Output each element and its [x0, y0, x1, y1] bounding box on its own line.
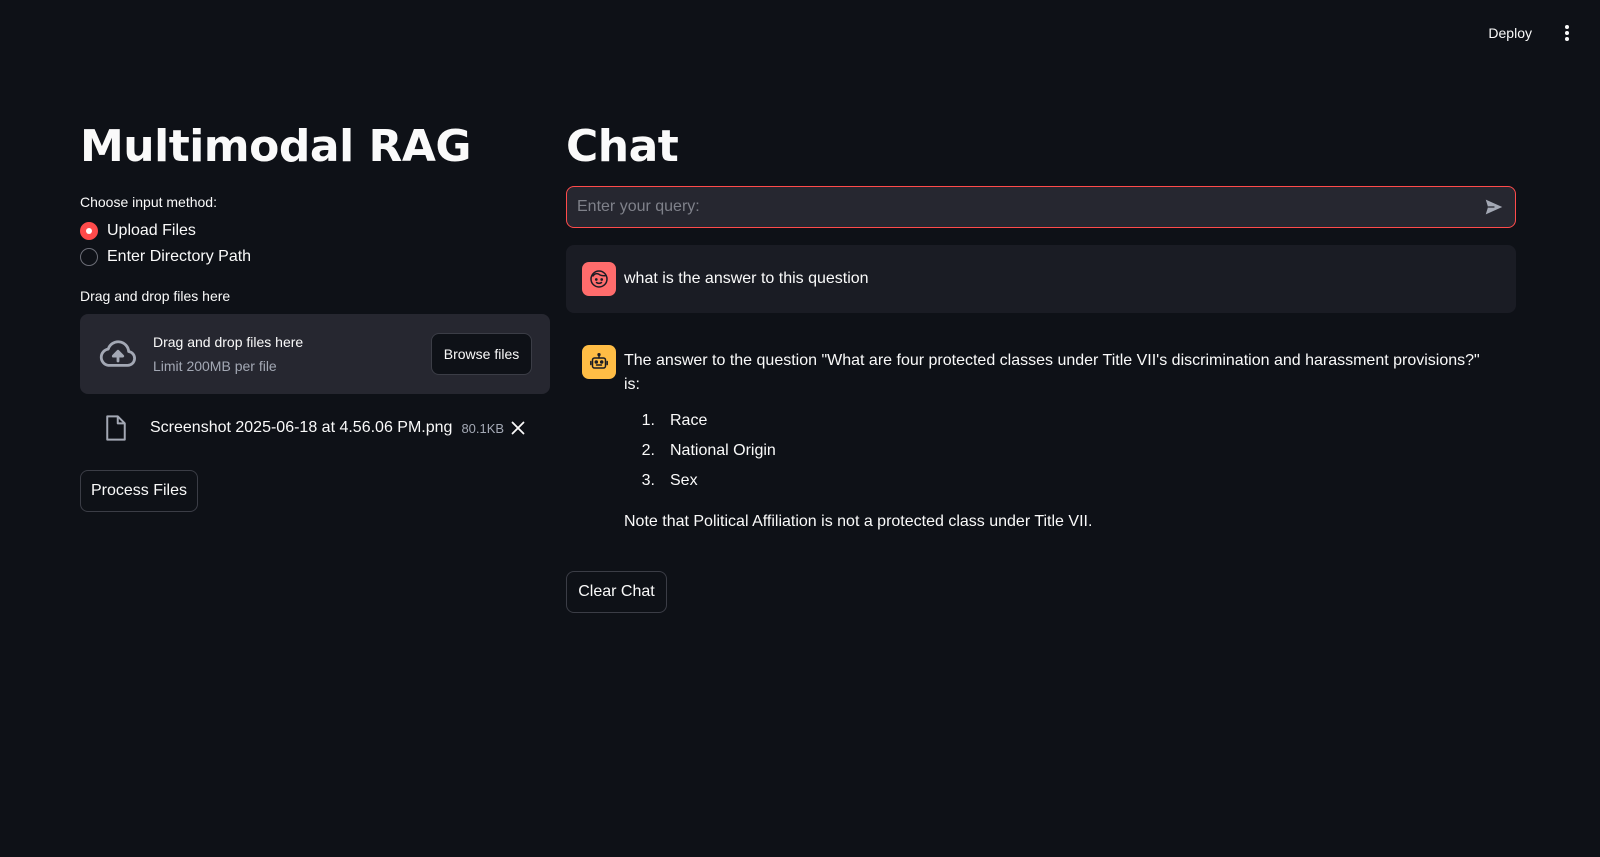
list-text: Sex	[670, 472, 698, 489]
radio-label: Upload Files	[107, 222, 196, 239]
list-item: 3. Sex	[624, 466, 1500, 496]
file-dropzone[interactable]: Drag and drop files here Limit 200MB per…	[80, 314, 550, 394]
list-number: 3.	[641, 472, 655, 489]
input-method-radio-group: Upload Files Enter Directory Path	[80, 222, 550, 266]
send-icon[interactable]	[1483, 196, 1505, 218]
robot-icon	[590, 352, 608, 369]
dropzone-text: Drag and drop files here Limit 200MB per…	[153, 334, 303, 374]
deploy-button[interactable]: Deploy	[1480, 19, 1540, 47]
list-item: 1. Race	[624, 406, 1500, 436]
assistant-note: Note that Political Affiliation is not a…	[624, 513, 1093, 530]
dropzone-limit: Limit 200MB per file	[153, 358, 277, 374]
radio-button[interactable]	[80, 248, 98, 266]
remove-file-icon[interactable]	[508, 418, 528, 438]
query-input[interactable]	[567, 187, 1483, 227]
user-face-icon	[590, 270, 608, 288]
list-number: 2.	[641, 442, 655, 459]
chat-title: Chat	[566, 121, 679, 172]
assistant-intro: The answer to the question "What are fou…	[624, 352, 1480, 393]
user-message-text: what is the answer to this question	[624, 270, 869, 287]
assistant-message: The answer to the question "What are fou…	[566, 327, 1516, 552]
list-text: Race	[670, 412, 708, 429]
assistant-avatar	[582, 345, 616, 379]
browse-files-button[interactable]: Browse files	[431, 333, 532, 375]
process-files-button[interactable]: Process Files	[80, 470, 198, 512]
user-message: what is the answer to this question	[566, 245, 1516, 313]
uploader-label: Drag and drop files here	[80, 288, 231, 304]
assistant-message-body: The answer to the question "What are fou…	[624, 345, 1500, 534]
chat-column: Chat what is the answer to this question	[566, 118, 1516, 613]
dropzone-title: Drag and drop files here	[153, 334, 304, 350]
list-number: 1.	[641, 412, 655, 429]
file-size: 80.1KB	[461, 420, 505, 436]
uploaded-file-item: Screenshot 2025-06-18 at 4.56.06 PM.png …	[80, 394, 550, 462]
radio-option-directory-path[interactable]: Enter Directory Path	[80, 248, 550, 266]
kebab-menu-icon[interactable]	[1558, 23, 1576, 43]
user-avatar	[582, 262, 616, 296]
list-text: National Origin	[670, 442, 776, 459]
app-header: Deploy	[0, 0, 1600, 66]
input-method-label: Choose input method:	[80, 194, 217, 210]
query-input-container	[566, 186, 1516, 228]
answer-list: 1. Race 2. National Origin 3. Sex	[624, 406, 1500, 496]
radio-button-selected[interactable]	[80, 222, 98, 240]
radio-label: Enter Directory Path	[107, 248, 252, 265]
sidebar-column: Multimodal RAG Choose input method: Uplo…	[80, 118, 550, 512]
page-title: Multimodal RAG	[80, 121, 472, 172]
list-item: 2. National Origin	[624, 436, 1500, 466]
cloud-upload-icon	[99, 340, 136, 367]
radio-option-upload-files[interactable]: Upload Files	[80, 222, 550, 240]
file-icon	[106, 415, 126, 441]
clear-chat-button[interactable]: Clear Chat	[566, 571, 667, 613]
file-name: Screenshot 2025-06-18 at 4.56.06 PM.png	[150, 419, 453, 436]
